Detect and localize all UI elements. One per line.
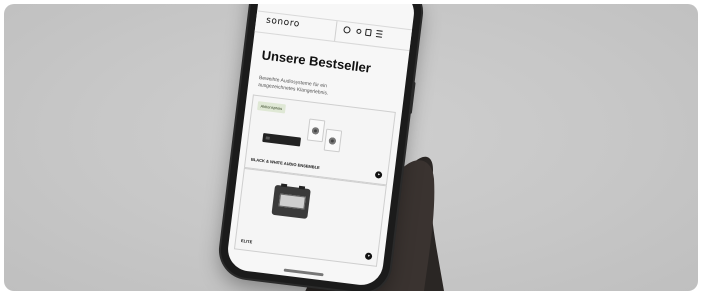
product-badge: Aktionspreis	[257, 101, 286, 114]
speaker-image	[306, 118, 326, 143]
site-navbar: sonoro	[254, 10, 413, 52]
photo-frame: sonoro Unsere Bestseller Beweihte Audios…	[4, 4, 698, 291]
search-icon[interactable]	[343, 26, 351, 34]
product-name: BLACK & WHITE AUDIO ENSEMBLE	[250, 156, 321, 171]
home-indicator	[283, 268, 324, 277]
speaker-image	[323, 128, 343, 153]
radio-display	[278, 193, 306, 210]
product-name: ELITE	[240, 238, 253, 245]
nav-divider	[334, 21, 338, 42]
radio-knob	[280, 183, 288, 188]
arrow-right-icon[interactable]	[364, 252, 373, 261]
nav-icons	[343, 26, 383, 38]
arrow-right-icon[interactable]	[374, 170, 383, 179]
menu-icon[interactable]	[375, 30, 383, 38]
user-icon[interactable]	[355, 28, 361, 35]
amplifier-image	[262, 132, 302, 147]
page-title: Unsere Bestseller	[260, 47, 372, 76]
site-logo[interactable]: sonoro	[265, 16, 300, 30]
radio-knob	[298, 185, 306, 190]
product-card[interactable]: ELITE	[233, 167, 387, 267]
radio-image	[271, 183, 311, 219]
bag-icon[interactable]	[364, 28, 372, 37]
